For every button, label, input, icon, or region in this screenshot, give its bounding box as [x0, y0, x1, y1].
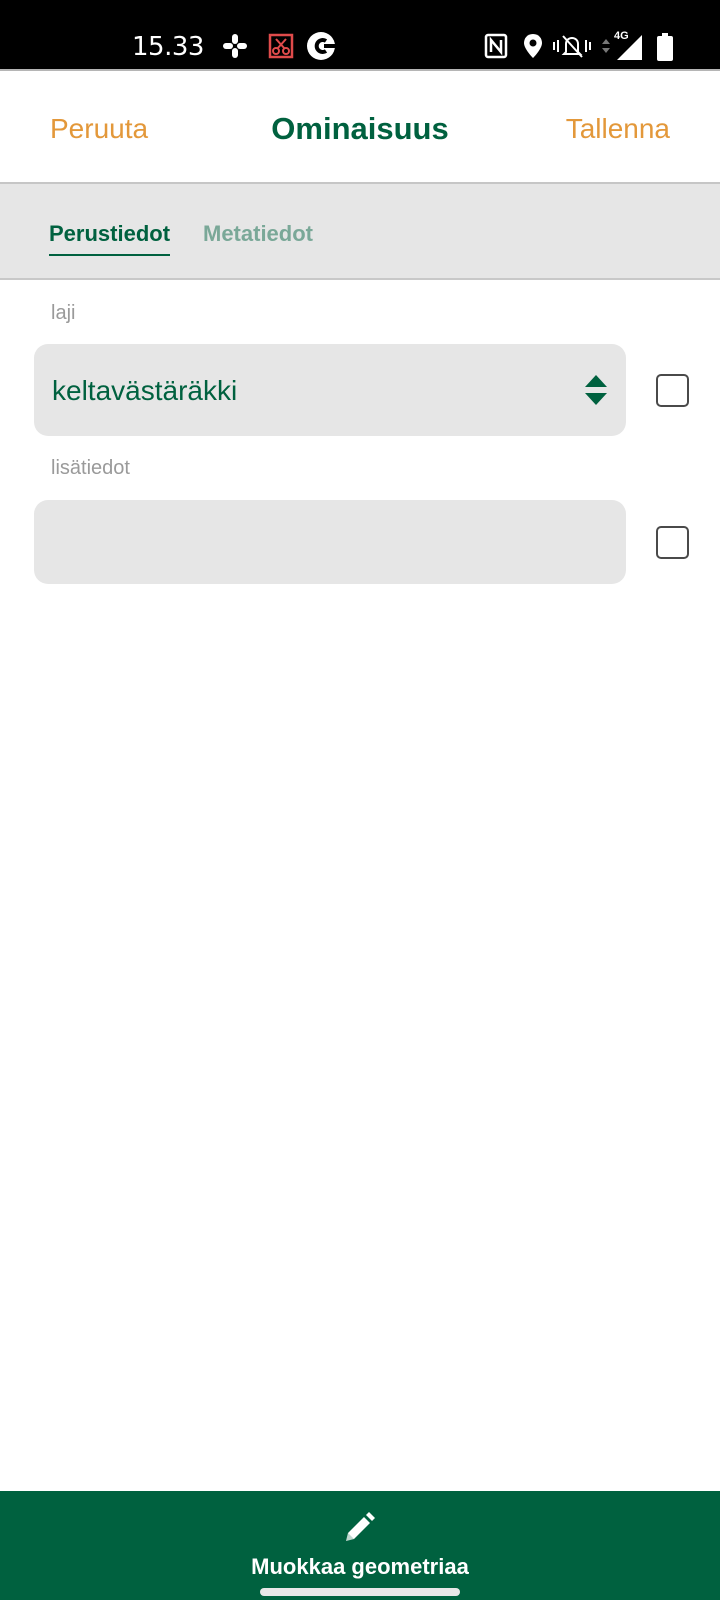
edit-geometry-button[interactable]: Muokkaa geometriaa [0, 1491, 720, 1600]
laji-select-value: keltavästäräkki [52, 375, 238, 406]
header: Peruuta Ominaisuus Tallenna [0, 72, 720, 184]
lisatiedot-input[interactable] [34, 500, 626, 584]
location-icon [523, 33, 543, 61]
nfc-icon [484, 33, 508, 61]
lisatiedot-checkbox[interactable] [656, 526, 689, 559]
data-arrows-icon [601, 33, 611, 61]
laji-label: laji [51, 302, 76, 324]
lisatiedot-label: lisätiedot [51, 457, 130, 479]
slack-icon [222, 33, 248, 61]
tab-perustiedot[interactable]: Perustiedot [49, 220, 171, 256]
save-button[interactable]: Tallenna [566, 112, 670, 146]
tab-metatiedot[interactable]: Metatiedot [203, 220, 313, 254]
screenshot-disabled-icon [268, 33, 294, 61]
c-app-icon [306, 31, 338, 60]
battery-icon [656, 33, 674, 61]
status-bar: 15.33 4G [0, 0, 720, 71]
tab-bar: Perustiedot Metatiedot [0, 184, 720, 280]
laji-select[interactable]: keltavästäräkki [34, 344, 626, 436]
edit-geometry-label: Muokkaa geometriaa [251, 1554, 469, 1579]
laji-checkbox[interactable] [656, 374, 689, 407]
home-indicator[interactable] [260, 1588, 460, 1596]
select-arrows-icon [584, 374, 608, 406]
signal-icon [614, 33, 644, 61]
pencil-icon [342, 1511, 376, 1545]
status-time: 15.33 [132, 32, 204, 62]
vibrate-icon [552, 33, 592, 61]
